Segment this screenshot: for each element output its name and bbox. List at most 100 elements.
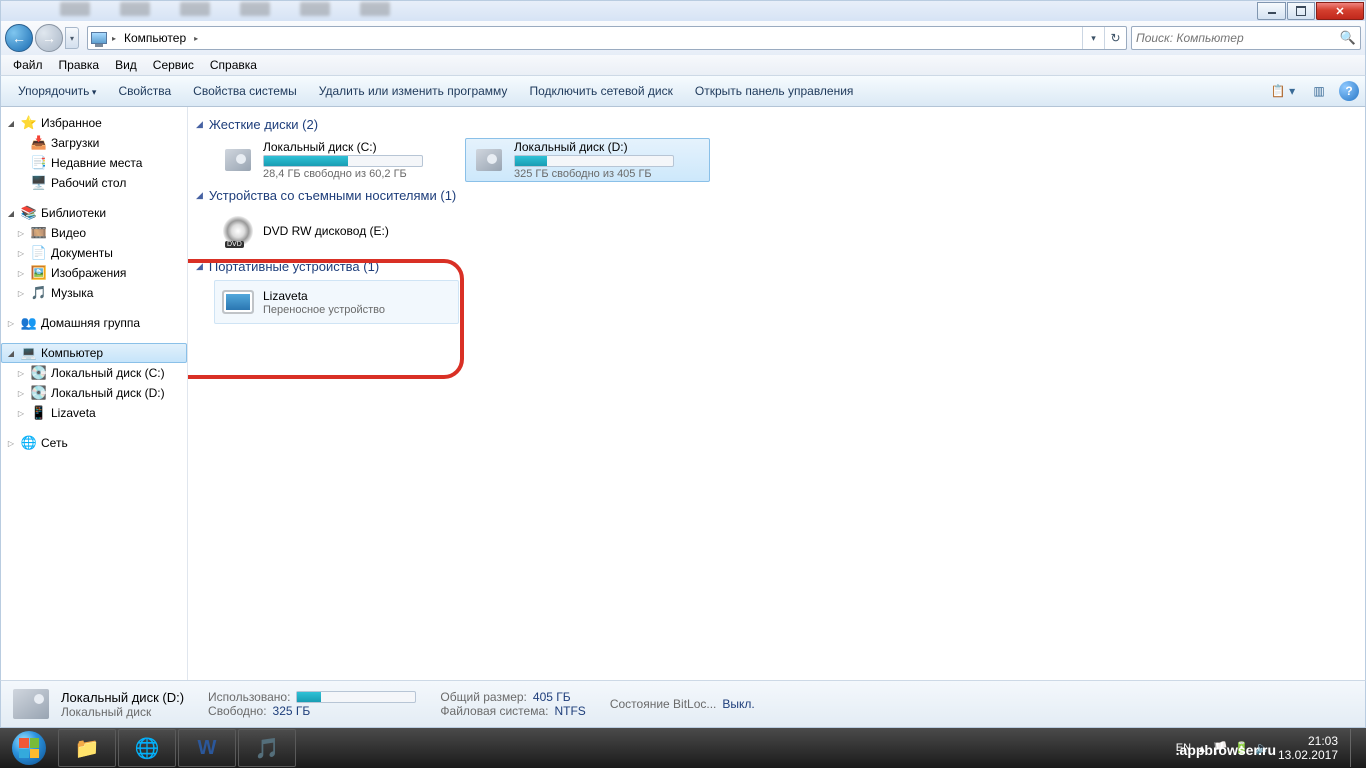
sidebar-local-d[interactable]: 💽Локальный диск (D:) [1,383,187,403]
properties-button[interactable]: Свойства [107,79,182,103]
system-properties-button[interactable]: Свойства системы [182,79,308,103]
address-bar[interactable]: ▸ Компьютер ▸ ▾ ↻ [87,26,1127,50]
window-close-button[interactable] [1316,2,1364,20]
organize-button[interactable]: Упорядочить [7,79,107,103]
details-used-bar [296,691,416,703]
taskbar-word[interactable]: W [178,729,236,767]
taskbar: 📁 🌐 W 🎵 .appbrowser.ru EN ▴ 🏳️ 🔋 🔈 21:03… [0,728,1366,768]
group-portable-devices[interactable]: ◢Портативные устройства (1) [196,259,1357,274]
map-network-drive-button[interactable]: Подключить сетевой диск [518,79,683,103]
details-pane: Локальный диск (D:) Локальный диск Испол… [0,680,1366,728]
start-button[interactable] [2,728,56,768]
details-type: Локальный диск [61,705,184,719]
tray-clock[interactable]: 21:03 13.02.2017 [1278,734,1338,763]
group-removable-storage[interactable]: ◢Устройства со съемными носителями (1) [196,188,1357,203]
details-free-value: 325 ГБ [273,704,311,718]
taskbar-itunes[interactable]: 🎵 [238,729,296,767]
sidebar-computer[interactable]: 💻Компьютер [1,343,187,363]
command-bar: Упорядочить Свойства Свойства системы Уд… [0,75,1366,107]
portable-device-icon: 📱 [31,405,47,421]
show-desktop-button[interactable] [1350,729,1358,767]
nav-history-dropdown[interactable]: ▾ [65,27,79,49]
sidebar-downloads[interactable]: 📥Загрузки [1,133,187,153]
drive-d[interactable]: Локальный диск (D:) 325 ГБ свободно из 4… [465,138,710,182]
menu-tools[interactable]: Сервис [145,56,202,74]
desktop-icon: 🖥️ [31,175,47,191]
menu-file[interactable]: Файл [5,56,51,74]
drive-c[interactable]: Локальный диск (C:) 28,4 ГБ свободно из … [214,138,459,182]
details-drive-icon [11,684,51,724]
details-fs-value: NTFS [554,704,585,718]
help-button[interactable]: ? [1339,81,1359,101]
navigation-bar: ← → ▾ ▸ Компьютер ▸ ▾ ↻ 🔍 [0,21,1366,55]
dvd-drive[interactable]: DVD RW дисковод (E:) [214,209,459,253]
details-fs-label: Файловая система: [440,704,548,718]
details-bitlocker-label: Состояние BitLoc... [610,697,717,711]
forward-button[interactable]: → [35,24,63,52]
window-minimize-button[interactable] [1257,2,1286,20]
taskbar-explorer[interactable]: 📁 [58,729,116,767]
documents-icon: 📄 [31,245,47,261]
preview-pane-button[interactable]: ▥ [1305,80,1333,102]
refresh-button[interactable]: ↻ [1104,27,1126,49]
homegroup-icon: 👥 [21,315,37,331]
title-bar [0,0,1366,21]
portable-device-lizaveta[interactable]: Lizaveta Переносное устройство [214,280,459,324]
sidebar-homegroup[interactable]: 👥Домашняя группа [1,313,187,333]
hdd-icon [470,141,508,179]
libraries-icon: 📚 [21,205,37,221]
menu-bar: Файл Правка Вид Сервис Справка [0,55,1366,75]
sidebar-pictures[interactable]: 🖼️Изображения [1,263,187,283]
portable-device-icon [219,283,257,321]
videos-icon: 🎞️ [31,225,47,241]
music-icon: 🎵 [31,285,47,301]
back-button[interactable]: ← [5,24,33,52]
network-icon: 🌐 [21,435,37,451]
menu-view[interactable]: Вид [107,56,145,74]
menu-edit[interactable]: Правка [51,56,108,74]
taskbar-chrome[interactable]: 🌐 [118,729,176,767]
sidebar-local-c[interactable]: 💽Локальный диск (C:) [1,363,187,383]
recent-icon: 📑 [31,155,47,171]
group-hard-disks[interactable]: ◢Жесткие диски (2) [196,117,1357,132]
menu-help[interactable]: Справка [202,56,265,74]
pictures-icon: 🖼️ [31,265,47,281]
dvd-drive-label: DVD RW дисковод (E:) [263,224,454,238]
items-view: ◢Жесткие диски (2) Локальный диск (C:) 2… [188,107,1365,680]
watermark: .appbrowser.ru [1176,742,1276,758]
sidebar-network[interactable]: 🌐Сеть [1,433,187,453]
sidebar-lizaveta[interactable]: 📱Lizaveta [1,403,187,423]
sidebar-favorites[interactable]: ⭐Избранное [1,113,187,133]
uninstall-program-button[interactable]: Удалить или изменить программу [308,79,519,103]
drive-c-capacity-bar [263,155,423,167]
address-dropdown-button[interactable]: ▾ [1082,27,1104,49]
details-total-value: 405 ГБ [533,690,571,704]
details-bitlocker-value: Выкл. [722,697,754,711]
search-box[interactable]: 🔍 [1131,26,1361,50]
window-maximize-button[interactable] [1287,2,1315,20]
sidebar-music[interactable]: 🎵Музыка [1,283,187,303]
sidebar-libraries[interactable]: 📚Библиотеки [1,203,187,223]
breadcrumb-root-sep[interactable]: ▸ [110,34,118,43]
portable-device-label: Lizaveta [263,289,454,303]
search-input[interactable] [1136,31,1340,45]
change-view-button[interactable]: 📋 ▾ [1263,80,1303,102]
drive-d-label: Локальный диск (D:) [514,140,705,154]
drive-d-free-space: 325 ГБ свободно из 405 ГБ [514,168,705,180]
details-used-label: Использовано: [208,690,290,704]
sidebar-videos[interactable]: 🎞️Видео [1,223,187,243]
sidebar-recent[interactable]: 📑Недавние места [1,153,187,173]
location-icon [88,27,110,49]
breadcrumb-computer[interactable]: Компьютер [118,27,192,49]
breadcrumb-sep[interactable]: ▸ [192,34,200,43]
search-icon: 🔍 [1340,30,1356,46]
sidebar-desktop[interactable]: 🖥️Рабочий стол [1,173,187,193]
sidebar-documents[interactable]: 📄Документы [1,243,187,263]
downloads-icon: 📥 [31,135,47,151]
drive-c-free-space: 28,4 ГБ свободно из 60,2 ГБ [263,168,454,180]
drive-icon: 💽 [31,365,47,381]
drive-d-capacity-bar [514,155,674,167]
open-control-panel-button[interactable]: Открыть панель управления [684,79,865,103]
details-free-label: Свободно: [208,704,267,718]
details-total-label: Общий размер: [440,690,526,704]
